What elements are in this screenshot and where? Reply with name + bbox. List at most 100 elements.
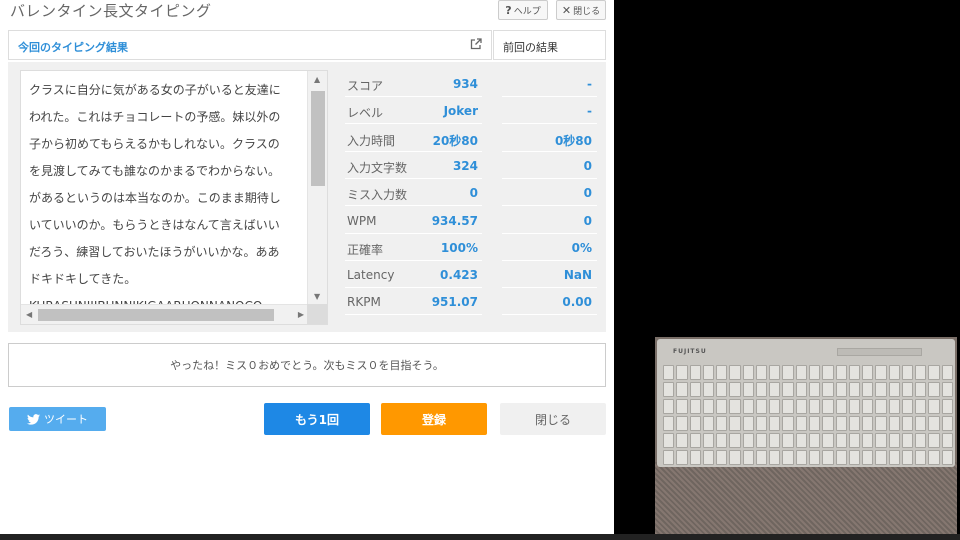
keyboard-key xyxy=(888,416,900,431)
keyboard-key xyxy=(862,450,874,465)
keyboard-key xyxy=(835,433,847,448)
external-link-icon[interactable] xyxy=(469,37,483,51)
keyboard-key xyxy=(702,433,715,448)
retry-button[interactable]: もう1回 xyxy=(264,403,370,435)
keyboard-key xyxy=(782,382,794,397)
keyboard-key xyxy=(676,416,688,431)
keyboard-key xyxy=(663,365,675,380)
scroll-right-icon[interactable]: ▶ xyxy=(298,310,304,319)
current-results-title: 今回のタイピング結果 xyxy=(18,41,128,54)
row-separator xyxy=(502,314,597,316)
keyboard-key xyxy=(848,382,861,397)
keyboard-key xyxy=(795,450,807,465)
register-button[interactable]: 登録 xyxy=(381,403,487,435)
keyboard-key xyxy=(822,433,834,448)
keyboard-key xyxy=(795,399,807,414)
keyboard-key xyxy=(848,399,861,414)
keyboard-key xyxy=(769,365,781,380)
horizontal-scrollbar[interactable]: ◀ ▶ xyxy=(21,304,309,324)
stat-value: 20秒80 xyxy=(432,133,478,148)
text-line: だろう、練習しておいたほうがいいかな。ああ xyxy=(29,245,280,259)
scroll-up-icon[interactable]: ▲ xyxy=(314,75,320,84)
keyboard-key xyxy=(676,382,688,397)
keyboard-key xyxy=(835,450,847,465)
close-top-button[interactable]: ✕ 閉じる xyxy=(556,0,606,20)
keyboard-key xyxy=(663,399,675,414)
keyboard-key xyxy=(835,365,847,380)
keyboard-key xyxy=(848,416,861,431)
stat-previous-value: 0.00 xyxy=(562,295,592,310)
keyboard-key xyxy=(901,416,914,431)
keyboard-key xyxy=(862,433,874,448)
keyboard-key xyxy=(901,450,914,465)
keyboard-key xyxy=(915,450,927,465)
keyboard-key xyxy=(689,365,701,380)
stat-value: 934 xyxy=(452,77,478,91)
vertical-scrollbar[interactable]: ▲ ▼ xyxy=(307,71,327,305)
keyboard-key xyxy=(742,365,754,380)
horizontal-scroll-thumb[interactable] xyxy=(38,309,274,321)
stat-previous-value: 0秒80 xyxy=(554,133,592,148)
keyboard-keys xyxy=(663,365,953,465)
carpet-surface xyxy=(655,462,957,534)
keyboard-key xyxy=(875,399,887,414)
help-label: ヘルプ xyxy=(513,6,541,17)
keyboard-image: FUJITSU xyxy=(657,339,955,467)
keyboard-key xyxy=(875,416,887,431)
keyboard-key xyxy=(888,433,900,448)
scroll-down-icon[interactable]: ▼ xyxy=(314,292,320,301)
dialog-title: バレンタイン長文タイピング xyxy=(10,2,212,20)
typed-text-box[interactable]: クラスに自分に気がある女の子がいると友達に われた。これはチョコレートの予感。妹以… xyxy=(20,70,328,325)
keyboard-key xyxy=(702,382,715,397)
stat-value: 324 xyxy=(452,158,478,173)
keyboard-key xyxy=(689,399,701,414)
keyboard-key xyxy=(901,433,914,448)
keyboard-key xyxy=(822,382,834,397)
keyboard-key xyxy=(769,416,781,431)
help-button[interactable]: ? ヘルプ xyxy=(498,0,548,20)
keyboard-key xyxy=(769,382,781,397)
keyboard-key xyxy=(808,450,821,465)
keyboard-key xyxy=(822,450,834,465)
keyboard-key xyxy=(795,365,807,380)
keyboard-key xyxy=(888,382,900,397)
keyboard-key xyxy=(888,450,900,465)
keyboard-key xyxy=(663,450,675,465)
stat-value: 951.07 xyxy=(431,295,478,310)
keyboard-key xyxy=(808,416,821,431)
keyboard-key xyxy=(875,382,887,397)
keyboard-key xyxy=(915,382,927,397)
keyboard-key xyxy=(729,416,741,431)
keyboard-key xyxy=(676,450,688,465)
stats-row: ミス入力数 0 0 xyxy=(345,179,603,207)
stats-row: レベル Joker - xyxy=(345,97,603,125)
text-line: 子から初めてもらえるかもしれない。クラスの xyxy=(29,137,280,151)
keyboard-key xyxy=(941,399,953,414)
keyboard-key xyxy=(702,365,715,380)
keyboard-key xyxy=(901,365,914,380)
keyboard-key xyxy=(782,365,794,380)
current-results-header: 今回のタイピング結果 xyxy=(8,30,492,60)
close-button[interactable]: 閉じる xyxy=(500,403,606,435)
stat-previous-value: 0 xyxy=(583,158,592,173)
keyboard-brand-label: FUJITSU xyxy=(673,348,707,355)
keyboard-key xyxy=(875,450,887,465)
stats-row: WPM 934.57 0 xyxy=(345,207,603,234)
keyboard-key xyxy=(676,365,688,380)
keyboard-key xyxy=(663,416,675,431)
keyboard-key xyxy=(822,416,834,431)
vertical-scroll-thumb[interactable] xyxy=(311,91,325,186)
keyboard-key xyxy=(808,399,821,414)
keyboard-key xyxy=(716,416,728,431)
stat-previous-value: - xyxy=(587,104,592,119)
scroll-left-icon[interactable]: ◀ xyxy=(26,310,32,319)
keyboard-key xyxy=(915,433,927,448)
keyboard-key xyxy=(755,399,768,414)
keyboard-key xyxy=(716,365,728,380)
tweet-button[interactable]: ツイート xyxy=(9,407,106,431)
text-line: クラスに自分に気がある女の子がいると友達に xyxy=(29,83,281,97)
stat-previous-value: 0% xyxy=(571,240,592,255)
stats-row: 入力文字数 324 0 xyxy=(345,152,603,179)
keyboard-key xyxy=(663,433,675,448)
keyboard-key xyxy=(928,365,940,380)
